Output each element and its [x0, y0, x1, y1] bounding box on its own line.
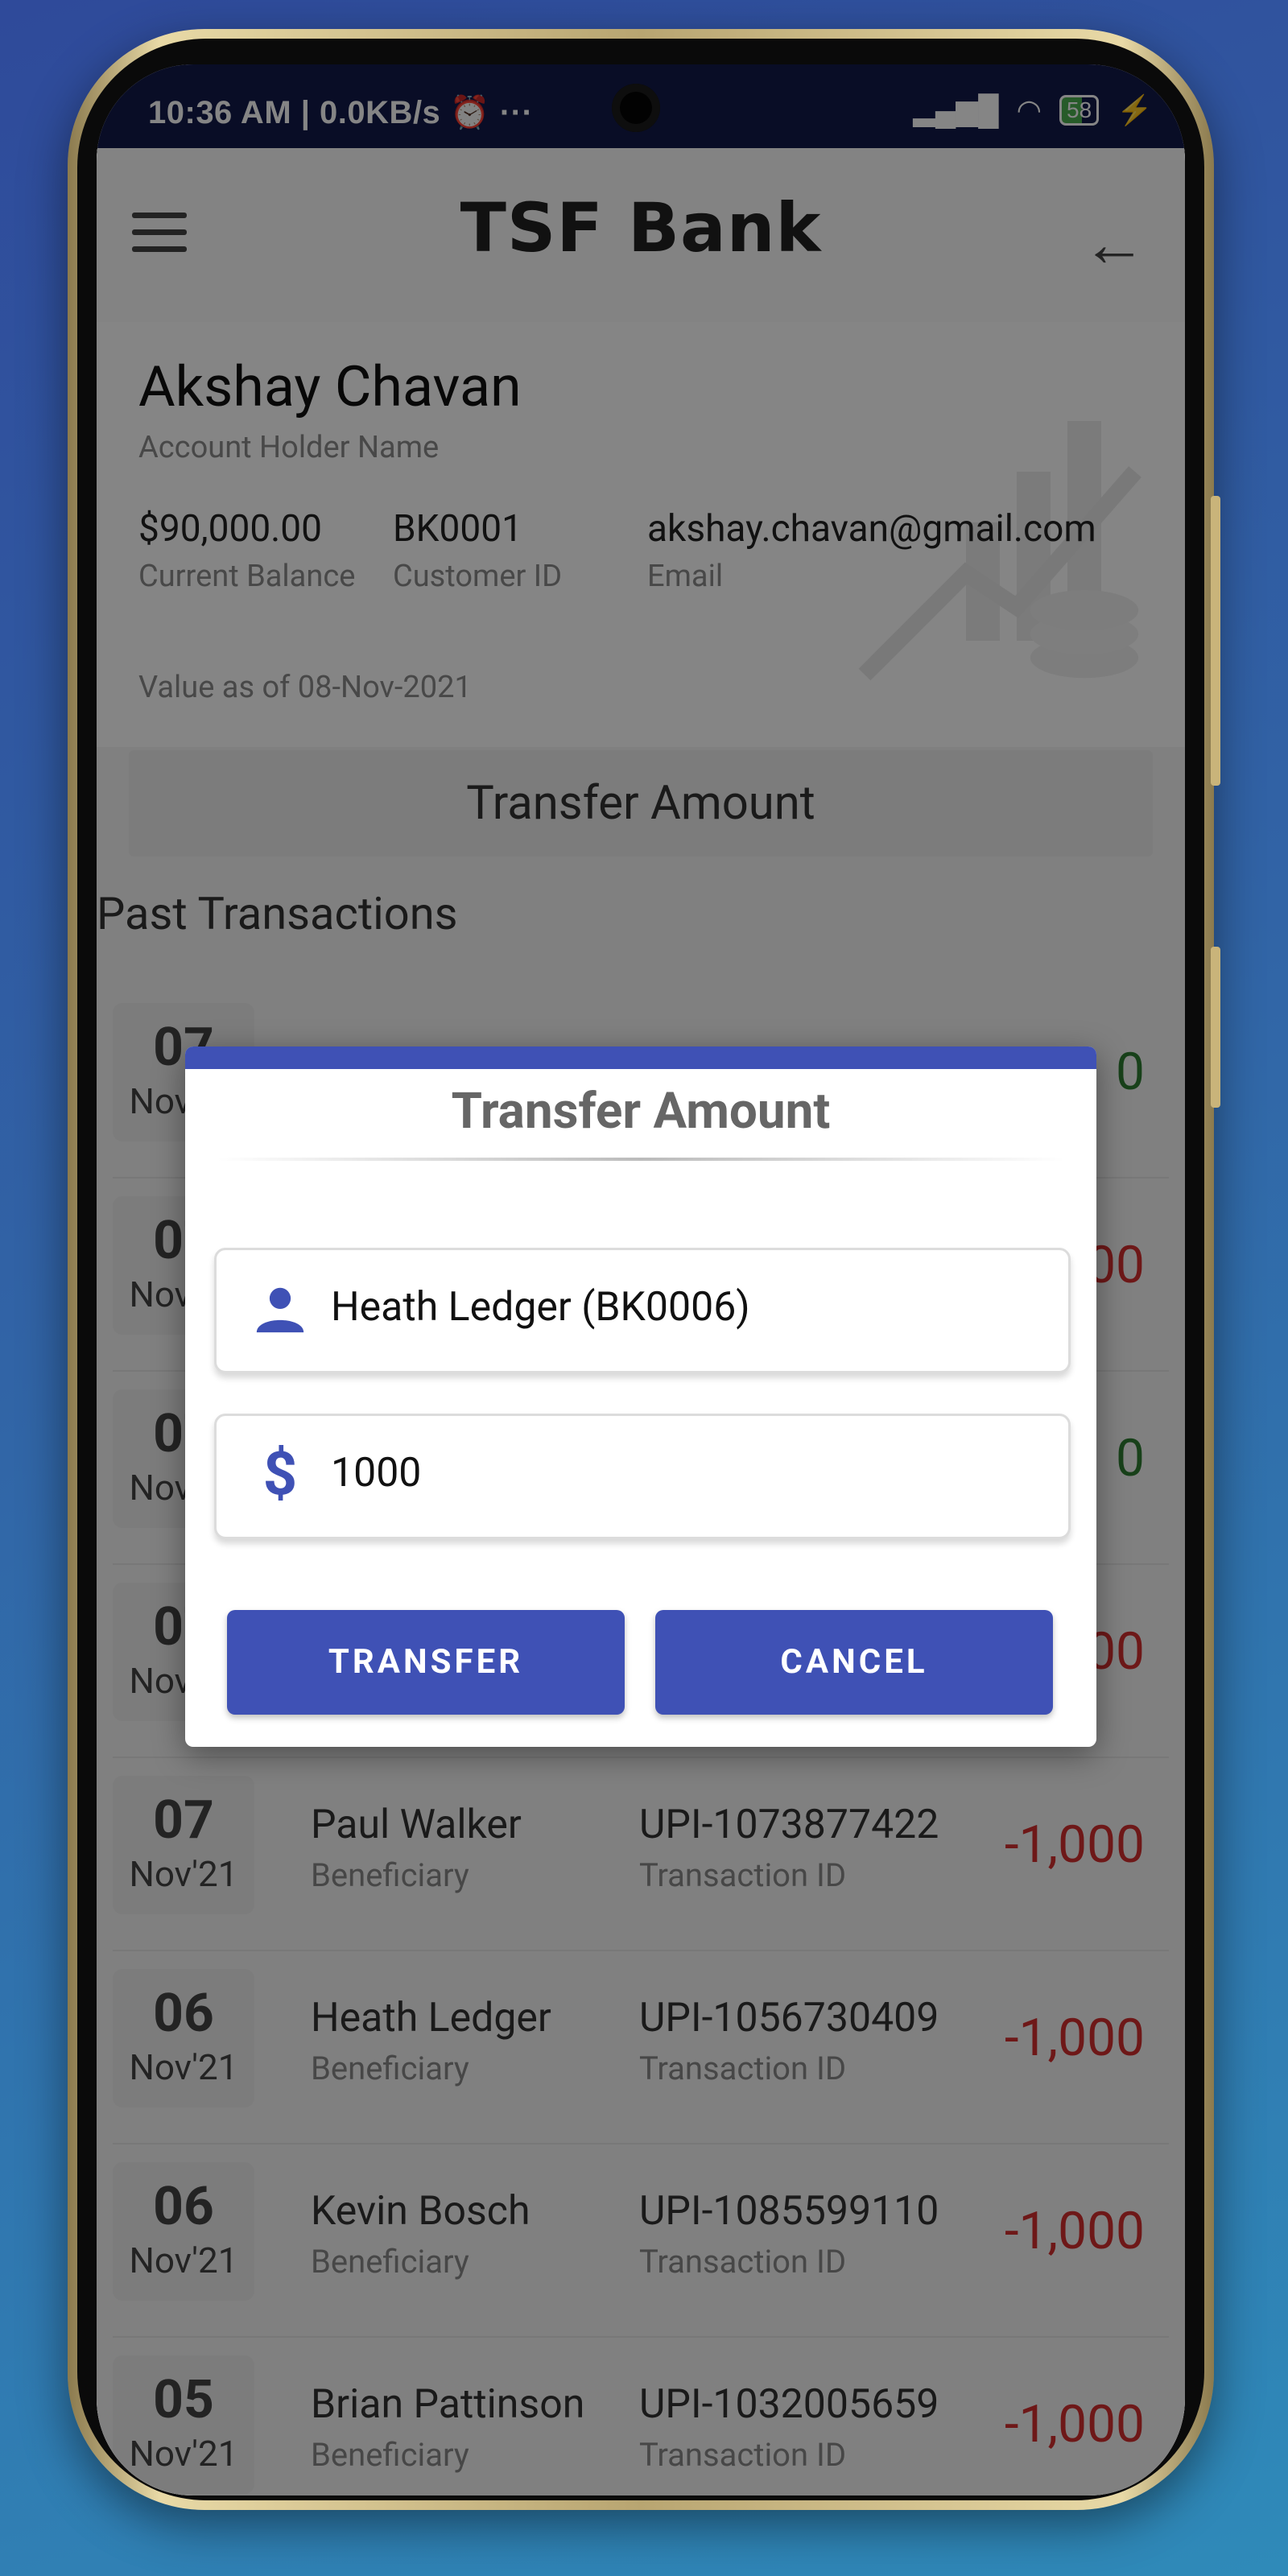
dialog-accent-bar: [185, 1046, 1096, 1069]
dialog-title: Transfer Amount: [451, 1082, 831, 1141]
amount-field[interactable]: $ 1000: [214, 1414, 1071, 1539]
recipient-field[interactable]: Heath Ledger (BK0006): [214, 1248, 1071, 1373]
amount-value: 1000: [331, 1450, 422, 1496]
cancel-button[interactable]: CANCEL: [655, 1610, 1053, 1715]
power-button: [1211, 947, 1220, 1108]
person-icon: [256, 1287, 304, 1333]
transfer-button[interactable]: TRANSFER: [227, 1610, 625, 1715]
transfer-dialog: Transfer Amount Heath Ledger (BK0006) $ …: [185, 1046, 1096, 1747]
phone-screen: TSF Bank ← Akshay Chavan Account Holder …: [97, 64, 1185, 2496]
recipient-value: Heath Ledger (BK0006): [331, 1284, 750, 1331]
dollar-icon: $: [262, 1439, 298, 1509]
dialog-divider: [217, 1158, 1064, 1161]
volume-button: [1211, 496, 1220, 786]
